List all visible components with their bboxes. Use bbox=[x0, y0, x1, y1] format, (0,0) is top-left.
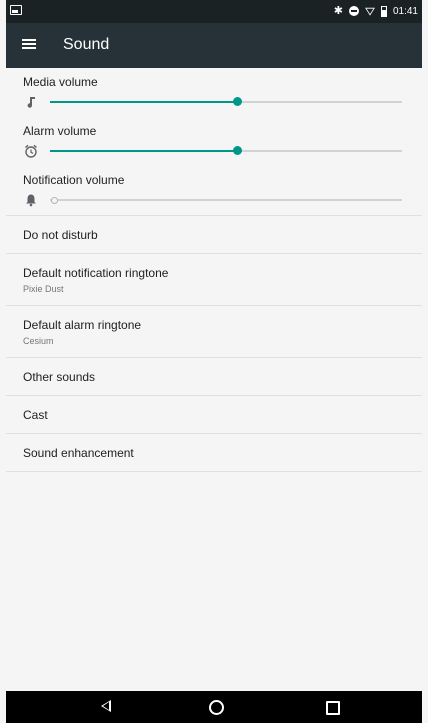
recents-icon[interactable] bbox=[326, 701, 340, 715]
alarm-icon bbox=[25, 144, 37, 158]
other-sounds-label: Other sounds bbox=[23, 370, 96, 384]
alarm-volume-fill bbox=[50, 150, 237, 152]
bluetooth-icon: ✱ bbox=[333, 5, 343, 17]
other-sounds-item[interactable]: Other sounds bbox=[6, 358, 422, 396]
status-icons: ✱ 01:41 bbox=[334, 3, 418, 19]
default-alarm-ringtone-item[interactable]: Default alarm ringtone Cesium bbox=[6, 306, 422, 358]
default-notification-ringtone-value: Pixie Dust bbox=[23, 284, 64, 294]
settings-list: Media volume Alarm volume Notification v… bbox=[6, 68, 422, 472]
notification-icon bbox=[10, 5, 22, 15]
notification-volume-thumb[interactable] bbox=[51, 196, 58, 204]
media-volume-thumb[interactable] bbox=[232, 97, 242, 106]
default-notification-ringtone-label: Default notification ringtone bbox=[23, 266, 169, 280]
alarm-volume-label: Alarm volume bbox=[23, 124, 97, 138]
do-not-disturb-label: Do not disturb bbox=[23, 228, 98, 242]
cast-item[interactable]: Cast bbox=[6, 396, 422, 434]
bell-icon bbox=[26, 194, 36, 207]
app-bar: Sound bbox=[6, 23, 422, 68]
battery-icon bbox=[380, 5, 387, 17]
cast-label: Cast bbox=[23, 408, 48, 422]
alarm-volume-thumb[interactable] bbox=[232, 146, 242, 155]
dnd-icon bbox=[348, 6, 359, 16]
media-volume-label: Media volume bbox=[23, 75, 98, 89]
media-volume-fill bbox=[50, 101, 237, 103]
default-notification-ringtone-item[interactable]: Default notification ringtone Pixie Dust bbox=[6, 254, 422, 306]
status-bar: ✱ 01:41 bbox=[6, 0, 422, 23]
music-note-icon bbox=[27, 97, 35, 108]
wifi-icon bbox=[365, 7, 375, 16]
back-icon[interactable] bbox=[101, 700, 111, 712]
sound-enhancement-label: Sound enhancement bbox=[23, 446, 134, 460]
do-not-disturb-item[interactable]: Do not disturb bbox=[6, 216, 422, 254]
media-volume-row: Media volume bbox=[6, 68, 422, 117]
home-icon[interactable] bbox=[209, 700, 224, 715]
navigation-bar bbox=[6, 691, 422, 723]
sound-enhancement-item[interactable]: Sound enhancement bbox=[6, 434, 422, 472]
default-alarm-ringtone-value: Cesium bbox=[23, 336, 54, 346]
notification-volume-row: Notification volume bbox=[6, 166, 422, 215]
notification-volume-label: Notification volume bbox=[23, 173, 125, 187]
alarm-volume-row: Alarm volume bbox=[6, 117, 422, 166]
menu-icon[interactable] bbox=[22, 38, 36, 50]
settings-screen: ✱ 01:41 Sound Media volume Alarm volume … bbox=[6, 0, 422, 723]
notification-volume-slider[interactable] bbox=[50, 196, 402, 204]
page-title: Sound bbox=[63, 36, 110, 53]
status-time: 01:41 bbox=[392, 5, 418, 17]
alarm-volume-slider[interactable] bbox=[50, 146, 402, 155]
media-volume-slider[interactable] bbox=[50, 97, 402, 106]
default-alarm-ringtone-label: Default alarm ringtone bbox=[23, 318, 142, 332]
